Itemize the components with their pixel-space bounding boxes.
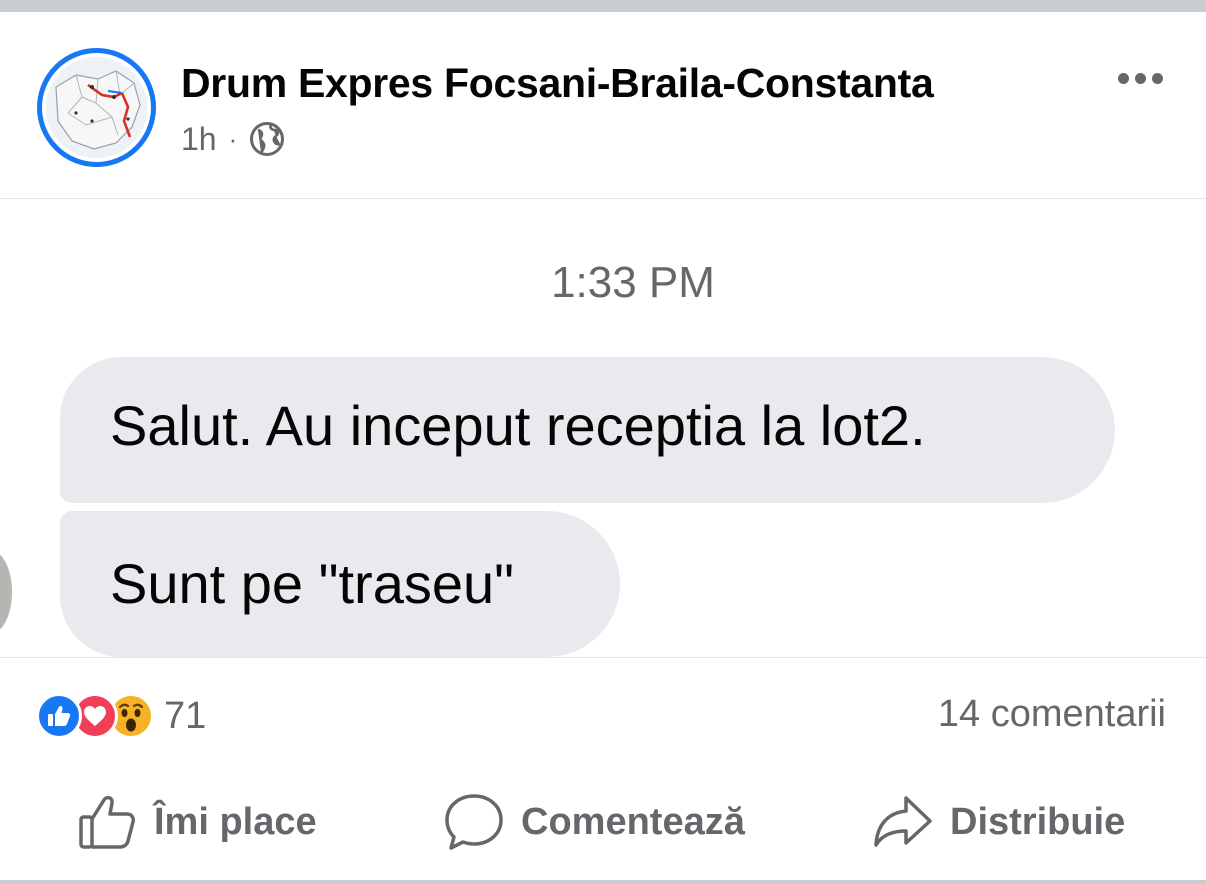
sender-avatar [0, 550, 12, 634]
comment-button[interactable]: Comentează [443, 790, 745, 854]
page-name-link[interactable]: Drum Expres Focsani-Braila-Constanta [181, 60, 934, 107]
header-divider [0, 198, 1206, 199]
message-timestamp: 1:33 PM [551, 258, 715, 307]
comment-bubble-icon [445, 794, 503, 850]
globe-icon [249, 121, 285, 157]
reaction-count: 71 [164, 694, 207, 737]
map-thumbnail [46, 57, 147, 158]
message-bubble: Sunt pe "traseu" [60, 511, 620, 657]
meta-separator: · [228, 123, 238, 154]
share-label: Distribuie [950, 800, 1126, 843]
comments-count-link[interactable]: 14 comentarii [938, 693, 1166, 736]
reaction-summary[interactable]: 71 [36, 692, 206, 740]
image-bottom-divider [0, 657, 1206, 658]
more-options-button[interactable] [1112, 62, 1168, 94]
message-bubble: Salut. Au inceput receptia la lot2. [60, 357, 1115, 503]
share-arrow-icon [874, 796, 932, 847]
like-reaction-icon [36, 693, 82, 739]
page-avatar[interactable] [37, 48, 156, 167]
like-label: Îmi place [154, 800, 317, 843]
share-button[interactable]: Distribuie [872, 790, 1125, 854]
post-time[interactable]: 1h [181, 121, 217, 158]
post-meta: 1h · [181, 118, 285, 160]
like-button[interactable]: Îmi place [78, 790, 317, 854]
bottom-separator-bar [0, 880, 1206, 884]
top-separator-bar [0, 0, 1206, 12]
thumbs-up-icon [79, 795, 135, 849]
comment-label: Comentează [521, 800, 745, 843]
more-options-icon [1117, 72, 1129, 84]
